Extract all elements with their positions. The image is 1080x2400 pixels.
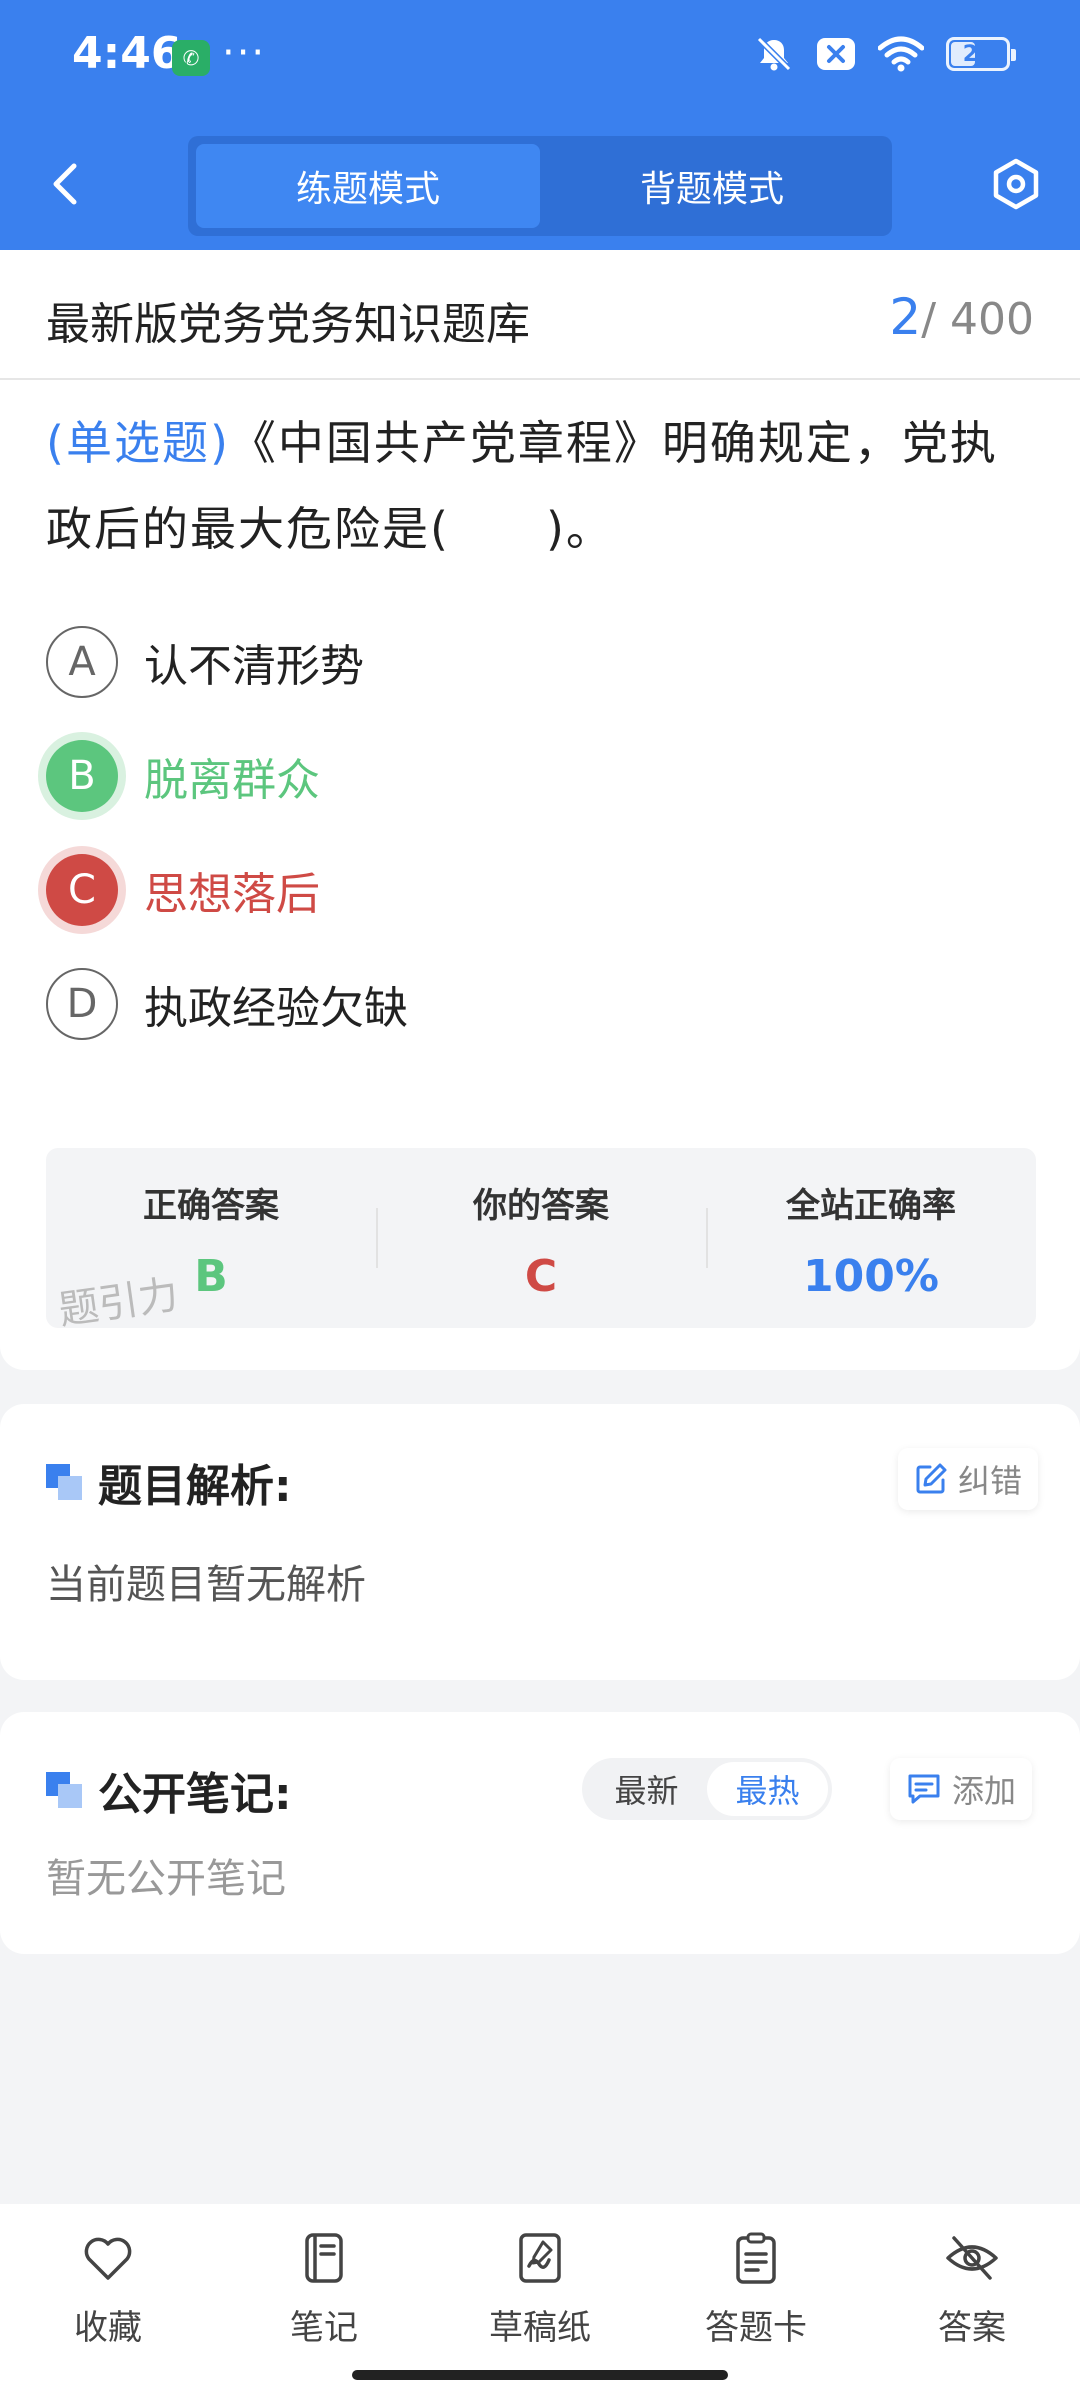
- favorite-label: 收藏: [74, 2308, 142, 2348]
- current-question-number: 2: [889, 288, 922, 346]
- your-answer-column: 你的答案 C: [376, 1148, 706, 1328]
- draft-paper-icon: [519, 2233, 561, 2283]
- option-letter: B: [46, 740, 118, 812]
- question-progress: 2/ 400: [889, 288, 1034, 346]
- section-icon: [46, 1772, 82, 1808]
- option-text: 执政经验欠缺: [144, 983, 408, 1034]
- notes-title-text: 公开笔记:: [98, 1769, 292, 1820]
- analysis-title: 题目解析:: [46, 1450, 292, 1514]
- edit-icon: [916, 1463, 947, 1494]
- public-notes-card: 公开笔记: 最新 最热 添加 暂无公开笔记: [0, 1712, 1080, 1954]
- sort-hottest[interactable]: 最热: [707, 1762, 828, 1816]
- heart-icon: [84, 2237, 132, 2280]
- wechat-icon: ✆: [172, 40, 210, 76]
- back-button[interactable]: [44, 160, 84, 208]
- notes-empty-text: 暂无公开笔记: [46, 1856, 286, 1902]
- close-badge-icon: [817, 38, 855, 70]
- question-stem: (单选题)《中国共产党章程》明确规定，党执政后的最大危险是( )。: [46, 400, 1036, 572]
- status-time: 4:46: [72, 28, 182, 79]
- app-header: 4:46 ✆ ··· 21 练题模式 背题模式: [0, 0, 1080, 250]
- option-letter: D: [46, 968, 118, 1040]
- wifi-icon: [878, 36, 924, 72]
- show-answer-label: 答案: [938, 2308, 1006, 2348]
- site-accuracy-value: 100%: [803, 1251, 939, 1302]
- correct-answer-value: B: [194, 1251, 228, 1302]
- option-letter: A: [46, 626, 118, 698]
- eye-off-icon: [946, 2236, 998, 2280]
- favorite-button[interactable]: 收藏: [0, 2204, 216, 2400]
- status-bar: 4:46 ✆ ··· 21: [0, 0, 1080, 120]
- option-a[interactable]: A 认不清形势: [46, 626, 1036, 698]
- answer-summary: 正确答案 B 你的答案 C 全站正确率 100%: [46, 1148, 1036, 1328]
- analysis-card: 题目解析: 纠错 当前题目暂无解析: [0, 1404, 1080, 1680]
- battery-icon: 21: [946, 37, 1016, 71]
- answer-sheet-label: 答题卡: [705, 2308, 807, 2348]
- notebook-icon: [305, 2233, 343, 2283]
- sort-latest[interactable]: 最新: [586, 1762, 707, 1816]
- mode-switch: 练题模式 背题模式: [188, 136, 892, 236]
- site-accuracy-label: 全站正确率: [786, 1186, 956, 1226]
- tab-memorize-mode[interactable]: 背题模式: [540, 144, 884, 228]
- mute-icon: [756, 36, 792, 72]
- system-icons: 21: [754, 34, 1016, 74]
- option-b[interactable]: B 脱离群众: [46, 740, 1036, 812]
- draft-paper-label: 草稿纸: [489, 2308, 591, 2348]
- more-notifications: ···: [222, 30, 267, 76]
- notes-sort-toggle: 最新 最热: [582, 1758, 832, 1820]
- comment-icon: [908, 1774, 940, 1804]
- question-bank-title: 最新版党务党务知识题库: [46, 299, 530, 350]
- option-letter: C: [46, 854, 118, 926]
- analysis-title-text: 题目解析:: [98, 1461, 292, 1512]
- settings-button[interactable]: [988, 156, 1044, 212]
- option-d[interactable]: D 执政经验欠缺: [46, 968, 1036, 1040]
- report-error-button[interactable]: 纠错: [898, 1448, 1039, 1510]
- answer-sheet-icon: [736, 2232, 776, 2284]
- show-answer-button[interactable]: 答案: [864, 2204, 1080, 2400]
- analysis-content: 当前题目暂无解析: [46, 1562, 366, 1608]
- site-accuracy-column: 全站正确率 100%: [706, 1148, 1036, 1328]
- section-icon: [46, 1464, 82, 1500]
- option-text: 脱离群众: [144, 755, 320, 806]
- your-answer-value: C: [524, 1251, 558, 1302]
- divider: [0, 378, 1080, 380]
- home-indicator[interactable]: [352, 2370, 728, 2380]
- add-note-label: 添加: [952, 1772, 1017, 1810]
- battery-level: 21: [962, 41, 994, 67]
- your-answer-label: 你的答案: [473, 1186, 609, 1226]
- tab-practice-mode[interactable]: 练题模式: [196, 144, 540, 228]
- add-note-button[interactable]: 添加: [890, 1758, 1033, 1820]
- notes-title: 公开笔记:: [46, 1758, 292, 1822]
- correct-answer-label: 正确答案: [143, 1186, 279, 1226]
- option-text: 思想落后: [144, 869, 320, 920]
- total-questions: / 400: [921, 294, 1034, 345]
- option-text: 认不清形势: [144, 641, 364, 692]
- question-type: (单选题): [46, 416, 230, 470]
- notes-label: 笔记: [290, 2308, 358, 2348]
- report-error-label: 纠错: [958, 1462, 1023, 1500]
- option-c[interactable]: C 思想落后: [46, 854, 1036, 926]
